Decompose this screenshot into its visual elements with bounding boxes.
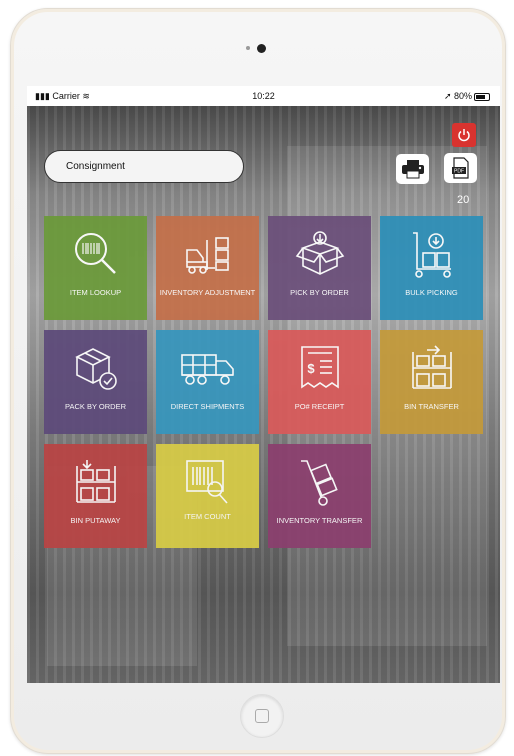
- tile-pick-by-order[interactable]: PICK BY ORDER: [268, 216, 371, 320]
- tile-label: INVENTORY ADJUSTMENT: [159, 288, 256, 297]
- receipt-icon: $: [300, 346, 339, 389]
- camera-icon: [257, 44, 266, 53]
- tile-label: ITEM LOOKUP: [69, 288, 122, 297]
- tile-label: PICK BY ORDER: [290, 288, 349, 297]
- tile-label: PACK BY ORDER: [65, 402, 126, 411]
- tile-po-receipt[interactable]: $ PO# RECEIPT: [268, 330, 371, 434]
- status-bar: ▮▮▮ Carrier ≋ 10:22 ➚ 80%: [27, 86, 500, 106]
- tile-item-count[interactable]: ITEM COUNT: [156, 444, 259, 548]
- barcode-counter-icon: [185, 460, 228, 504]
- screen: ▮▮▮ Carrier ≋ 10:22 ➚ 80% Consignment PD…: [27, 86, 500, 683]
- package-check-icon: [74, 348, 117, 390]
- tile-bulk-picking[interactable]: BULK PICKING: [380, 216, 483, 320]
- svg-text:$: $: [307, 361, 315, 376]
- svg-text:PDF: PDF: [454, 169, 464, 175]
- tile-bin-putaway[interactable]: BIN PUTAWAY: [44, 444, 147, 548]
- shelf-bins-icon: [75, 460, 116, 503]
- tile-bin-transfer[interactable]: BIN TRANSFER: [380, 330, 483, 434]
- dolly-icon: [300, 460, 338, 506]
- battery-icon: [474, 92, 490, 101]
- forklift-icon: [185, 237, 229, 274]
- printer-icon: [401, 160, 424, 179]
- hand-truck-boxes-icon: [412, 232, 451, 278]
- home-button[interactable]: [240, 694, 284, 738]
- tile-inventory-transfer[interactable]: INVENTORY TRANSFER: [268, 444, 371, 548]
- power-icon: [458, 129, 470, 142]
- power-button[interactable]: [452, 123, 476, 147]
- tile-label: BIN TRANSFER: [404, 402, 459, 411]
- time-label: 10:22: [252, 91, 275, 101]
- tile-pack-by-order[interactable]: PACK BY ORDER: [44, 330, 147, 434]
- pdf-icon: PDF: [451, 157, 469, 179]
- tile-label: BIN PUTAWAY: [70, 516, 121, 525]
- tile-inventory-adjustment[interactable]: INVENTORY ADJUSTMENT: [156, 216, 259, 320]
- tile-label: DIRECT SHIPMENTS: [170, 402, 245, 411]
- print-button[interactable]: [396, 154, 429, 184]
- tile-label: BULK PICKING: [405, 288, 458, 297]
- home-square-icon: [255, 709, 269, 723]
- tile-label: INVENTORY TRANSFER: [276, 516, 363, 525]
- tile-label: ITEM COUNT: [184, 512, 231, 521]
- pdf-button[interactable]: PDF: [444, 153, 477, 183]
- badge-count: 20: [457, 194, 470, 206]
- search-input[interactable]: Consignment: [44, 150, 244, 183]
- battery-indicator: ➚ 80%: [444, 91, 490, 102]
- sensor-dot: [246, 46, 250, 50]
- tile-direct-shipments[interactable]: DIRECT SHIPMENTS: [156, 330, 259, 434]
- truck-icon: [180, 354, 234, 385]
- shelf-bins-icon: [411, 345, 452, 389]
- tile-item-lookup[interactable]: ITEM LOOKUP: [44, 216, 147, 320]
- open-box-icon: [295, 231, 344, 275]
- tile-label: PO# RECEIPT: [294, 402, 345, 411]
- magnifier-barcode-icon: [74, 233, 116, 274]
